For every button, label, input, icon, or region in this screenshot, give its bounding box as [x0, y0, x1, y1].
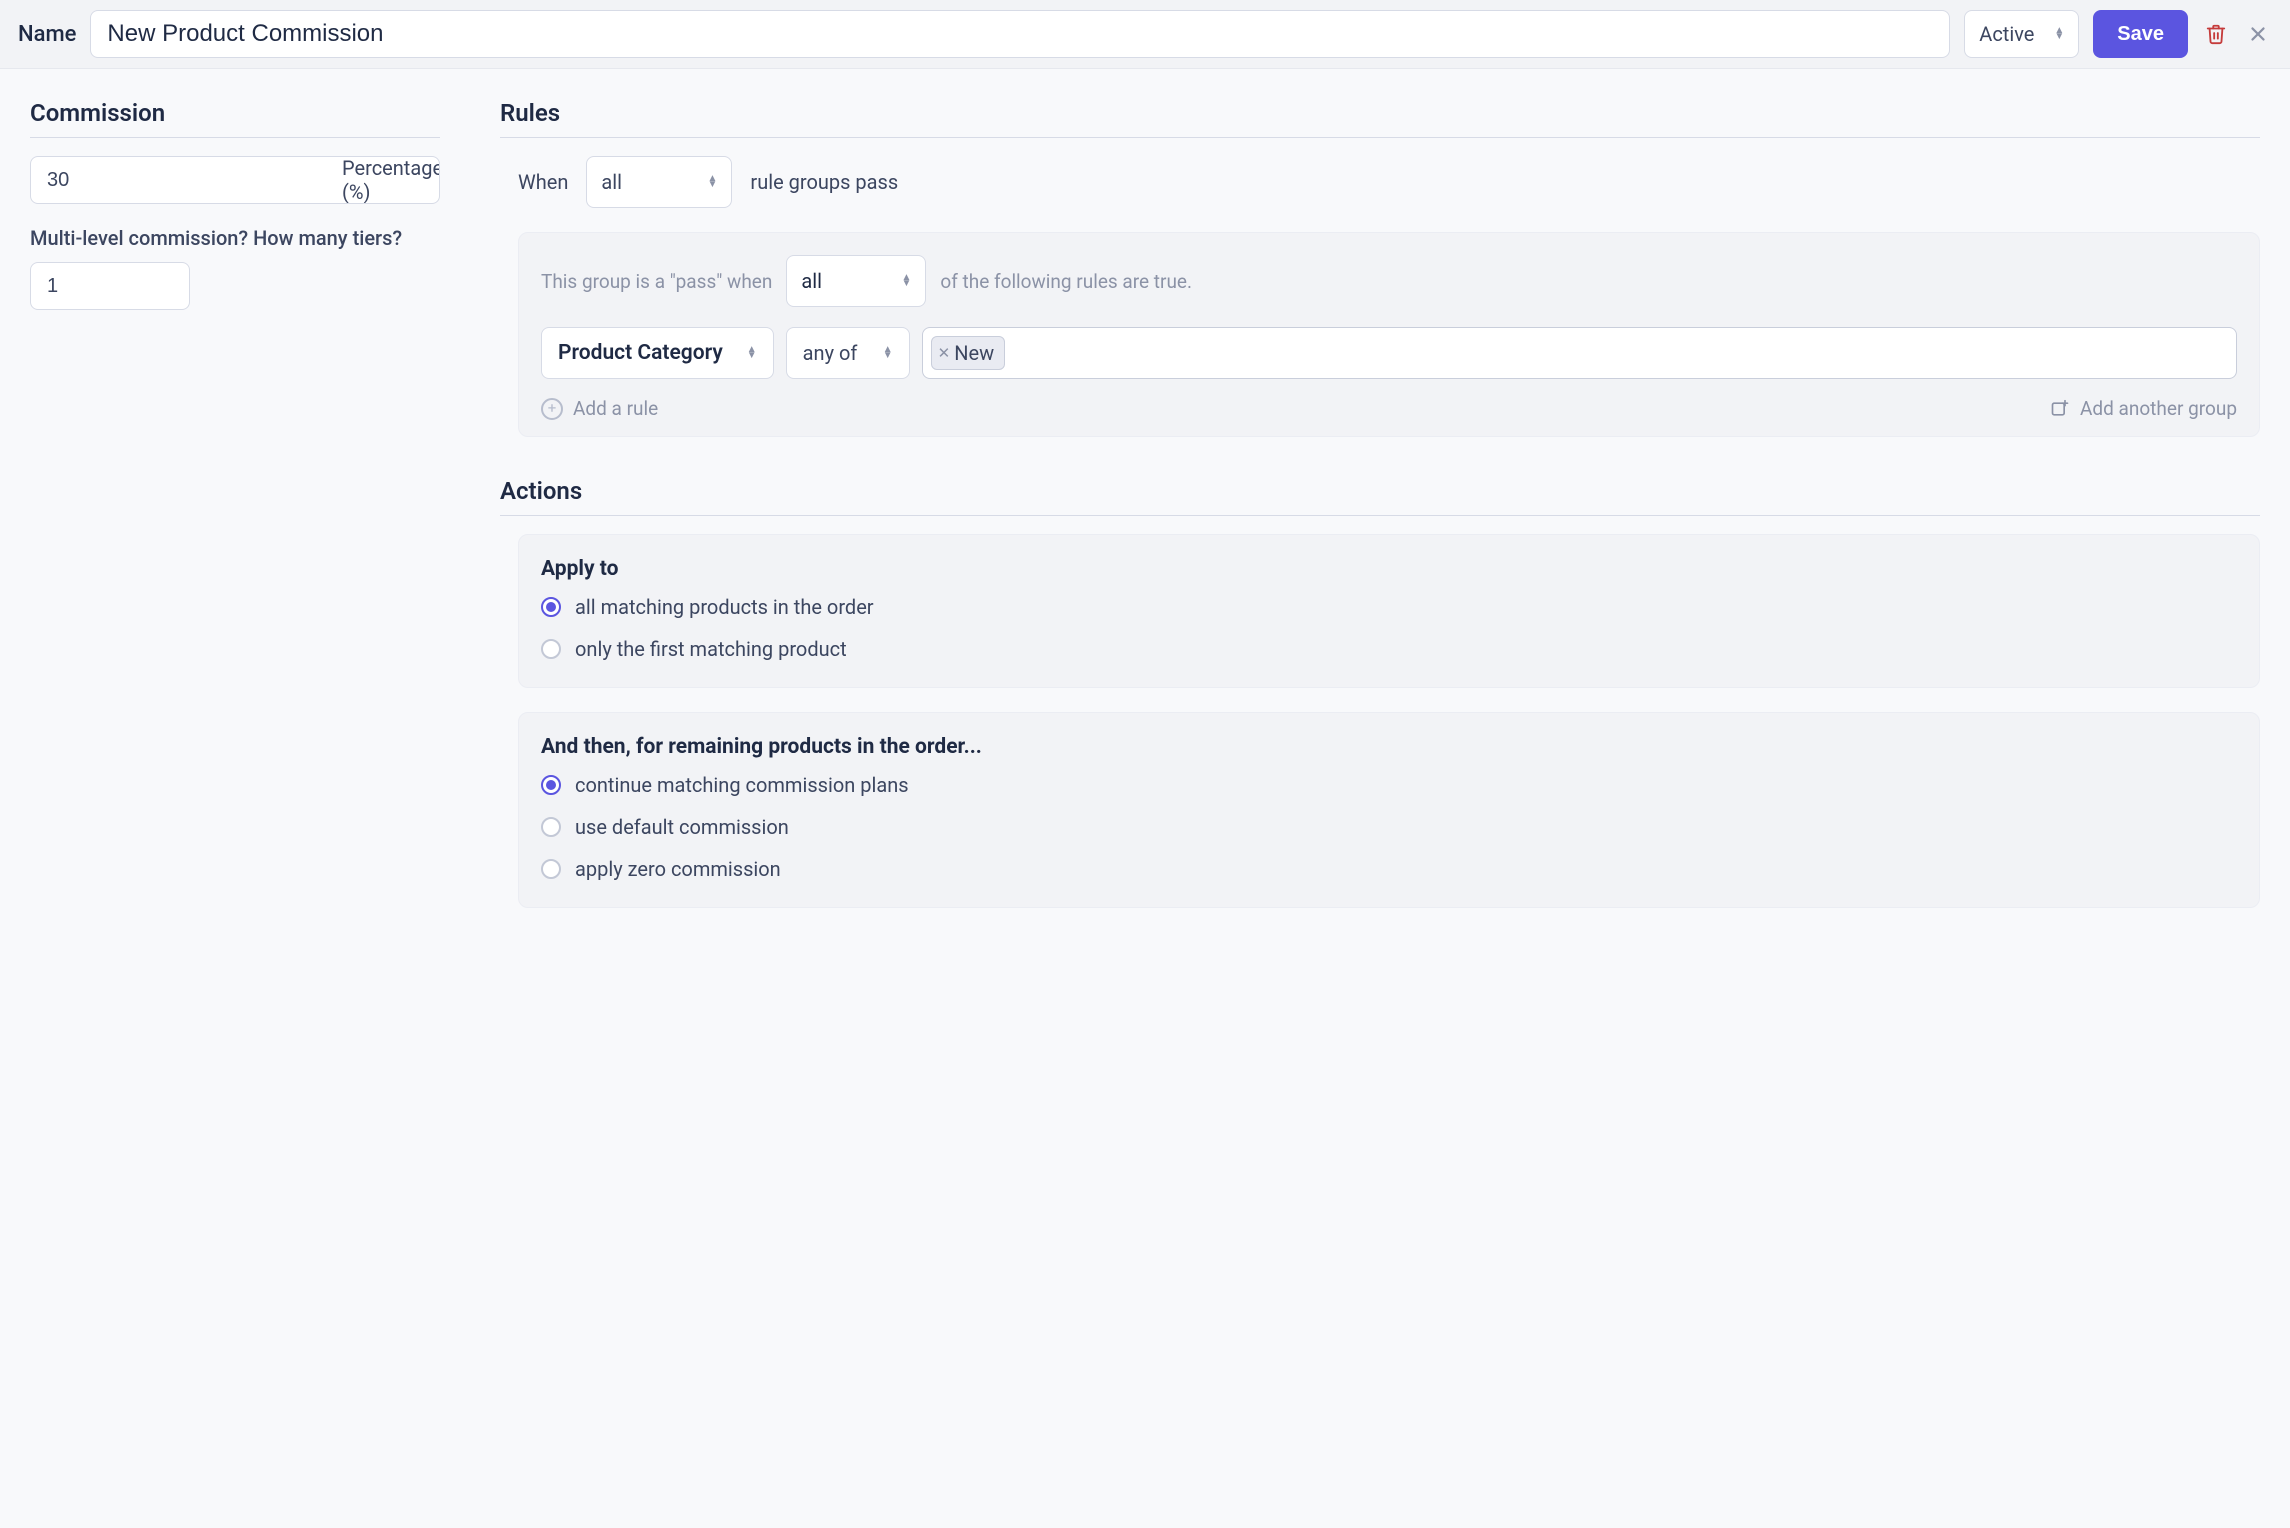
radio-icon — [541, 775, 561, 795]
name-label: Name — [18, 22, 76, 47]
tiers-input[interactable] — [30, 262, 190, 310]
status-select[interactable]: Active ▲▼ — [1964, 10, 2079, 58]
status-value: Active — [1979, 22, 2034, 46]
add-rule-label: Add a rule — [573, 397, 658, 420]
rule-value-chip[interactable]: ✕ New — [931, 336, 1005, 370]
add-group-label: Add another group — [2080, 397, 2237, 420]
then-option-label: apply zero commission — [575, 857, 781, 881]
then-option-default[interactable]: use default commission — [541, 815, 2237, 839]
rule-group: This group is a "pass" when all ▲▼ of th… — [518, 232, 2260, 437]
apply-to-option-label: all matching products in the order — [575, 595, 874, 619]
plus-circle-icon: + — [541, 398, 563, 420]
apply-to-box: Apply to all matching products in the or… — [518, 534, 2260, 688]
actions-section-title: Actions — [500, 477, 2260, 516]
then-option-zero[interactable]: apply zero commission — [541, 857, 2237, 881]
rule-operator-value: any of — [803, 341, 858, 365]
name-input[interactable] — [90, 10, 1950, 58]
commission-section-title: Commission — [30, 99, 440, 138]
chip-label: New — [954, 341, 994, 365]
radio-icon — [541, 817, 561, 837]
add-group-icon — [2050, 399, 2070, 419]
rule-field-select[interactable]: Product Category ▲▼ — [541, 327, 774, 379]
group-condition-row: This group is a "pass" when all ▲▼ of th… — [541, 255, 2237, 307]
editor-header: Name Active ▲▼ Save — [0, 0, 2290, 69]
rule-field-value: Product Category — [558, 341, 723, 365]
close-icon — [2247, 23, 2269, 45]
add-group-button[interactable]: Add another group — [2050, 397, 2237, 420]
when-prefix: When — [518, 170, 568, 194]
rule-value-input[interactable]: ✕ New — [922, 327, 2237, 379]
tiers-question: Multi-level commission? How many tiers? — [30, 226, 440, 250]
then-box: And then, for remaining products in the … — [518, 712, 2260, 908]
commission-value-input[interactable] — [31, 157, 328, 203]
when-mode-select[interactable]: all ▲▼ — [586, 156, 732, 208]
radio-icon — [541, 597, 561, 617]
chevron-updown-icon: ▲▼ — [2054, 28, 2064, 40]
then-option-continue[interactable]: continue matching commission plans — [541, 773, 2237, 797]
delete-button[interactable] — [2202, 20, 2230, 48]
when-suffix: rule groups pass — [750, 170, 898, 194]
group-mode-select[interactable]: all ▲▼ — [786, 255, 926, 307]
apply-to-option-label: only the first matching product — [575, 637, 847, 661]
rule-operator-select[interactable]: any of ▲▼ — [786, 327, 910, 379]
when-clause: When all ▲▼ rule groups pass — [518, 156, 2260, 208]
close-button[interactable] — [2244, 20, 2272, 48]
add-rule-button[interactable]: + Add a rule — [541, 397, 658, 420]
rules-section-title: Rules — [500, 99, 2260, 138]
apply-to-heading: Apply to — [541, 557, 2237, 581]
group-suffix: of the following rules are true. — [940, 270, 1192, 293]
save-button[interactable]: Save — [2093, 10, 2188, 58]
chevron-updown-icon: ▲▼ — [901, 275, 911, 287]
chip-remove-icon[interactable]: ✕ — [938, 344, 951, 362]
group-footer: + Add a rule Add another group — [541, 397, 2237, 420]
then-option-label: use default commission — [575, 815, 789, 839]
rule-row: Product Category ▲▼ any of ▲▼ ✕ New — [541, 327, 2237, 379]
chevron-updown-icon: ▲▼ — [883, 347, 893, 359]
then-heading: And then, for remaining products in the … — [541, 735, 2237, 759]
trash-icon — [2205, 23, 2227, 45]
chevron-updown-icon: ▲▼ — [747, 347, 757, 359]
chevron-updown-icon: ▲▼ — [708, 176, 718, 188]
group-prefix: This group is a "pass" when — [541, 270, 772, 293]
commission-type-select[interactable]: Percentage (%) ▲▼ — [328, 157, 440, 203]
apply-to-option-all[interactable]: all matching products in the order — [541, 595, 2237, 619]
group-mode-value: all — [801, 269, 822, 293]
when-mode-value: all — [601, 170, 622, 194]
apply-to-option-first[interactable]: only the first matching product — [541, 637, 2237, 661]
radio-icon — [541, 859, 561, 879]
commission-type-label: Percentage (%) — [342, 156, 440, 204]
commission-amount-row: Percentage (%) ▲▼ — [30, 156, 440, 204]
radio-icon — [541, 639, 561, 659]
then-option-label: continue matching commission plans — [575, 773, 909, 797]
